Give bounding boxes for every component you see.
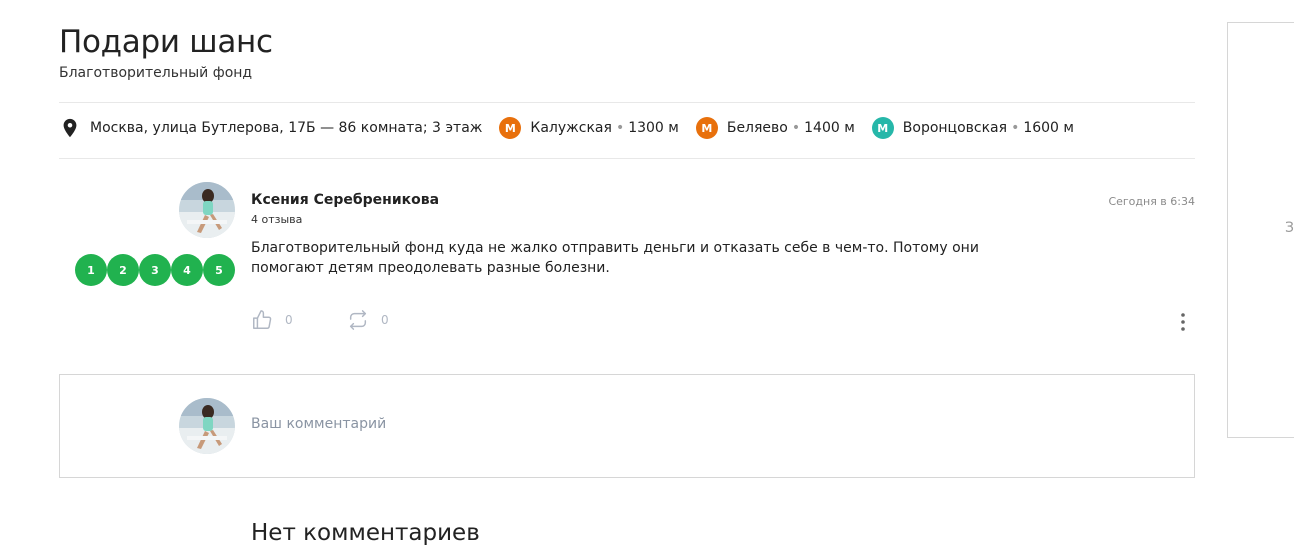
review-date: Сегодня в 6:34 [1108,195,1195,208]
metro-name: Беляево [726,120,788,136]
metro-distance: 1400 м [804,120,855,136]
review-count: 4 отзыва [251,213,303,226]
metro-distance: 1300 м [628,120,679,136]
separator-dot: • [615,120,625,136]
metro-distance: 1600 м [1023,120,1074,136]
metro-station[interactable]: М Беляево • 1400 м [695,117,855,139]
thumbs-up-icon [253,310,272,329]
like-count: 0 [285,313,293,327]
separator-dot: • [1011,120,1020,136]
repost-button[interactable]: 0 [347,309,389,331]
location-pin-icon [63,118,77,138]
metro-station[interactable]: М Калужская • 1300 м [499,117,679,139]
page-title: Подари шанс [59,24,273,60]
like-button[interactable]: 0 [251,309,293,331]
review-author[interactable]: Ксения Серебреникова [251,192,439,208]
metro-icon: М [499,117,522,139]
metro-icon: М [871,117,894,139]
rating-option[interactable]: 5 [203,254,235,286]
comments-status: Нет комментариев [251,520,480,546]
comment-input[interactable]: Ваш комментарий [251,416,386,432]
review-text: Благотворительный фонд куда не жалко отп… [251,240,979,276]
side-card [1227,22,1294,438]
rating-option[interactable]: 3 [139,254,171,286]
separator-dot: • [791,120,801,136]
metro-icon: М [695,117,718,139]
repost-icon [349,310,367,330]
rating-scale: 1 2 3 4 5 [75,254,235,286]
rating-option[interactable]: 1 [75,254,107,286]
metro-name: Калужская [530,120,612,136]
more-options-icon[interactable] [1173,311,1193,333]
divider [59,102,1195,103]
address-row: Москва, улица Бутлерова, 17Б — 86 комнат… [59,115,1074,141]
avatar [179,398,235,454]
repost-count: 0 [381,313,389,327]
rating-option[interactable]: 4 [171,254,203,286]
rating-option[interactable]: 2 [107,254,139,286]
divider [59,158,1195,159]
side-card-text: З [1285,220,1294,236]
avatar[interactable] [179,182,235,238]
page-subtitle: Благотворительный фонд [59,65,253,81]
metro-station[interactable]: М Воронцовская • 1600 м [871,117,1074,139]
metro-name: Воронцовская [902,120,1008,136]
address-text[interactable]: Москва, улица Бутлерова, 17Б — 86 комнат… [90,120,482,136]
